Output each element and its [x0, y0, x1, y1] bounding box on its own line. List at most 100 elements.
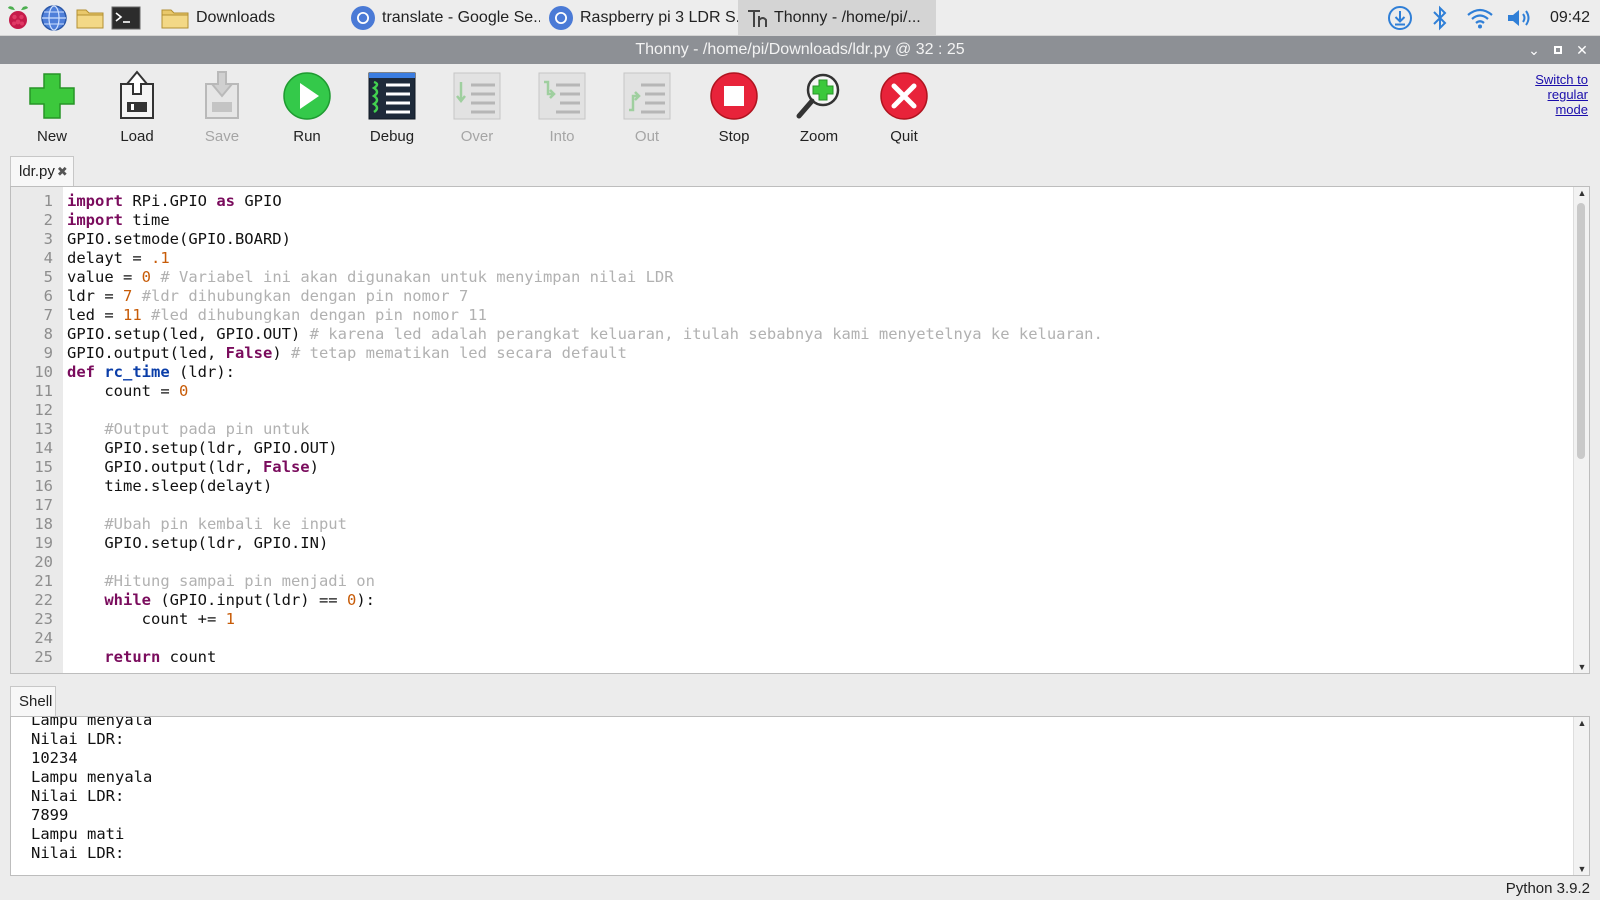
line-number: 2 [43, 211, 53, 229]
code-line[interactable]: import RPi.GPIO as GPIO [67, 192, 1567, 211]
shell-line: Nilai LDR: [31, 787, 125, 805]
code-line[interactable]: delayt = .1 [67, 249, 1567, 268]
bluetooth-tray[interactable] [1420, 0, 1460, 36]
zoom-button[interactable]: Zoom [781, 70, 857, 146]
quit-button[interactable]: Quit [866, 70, 942, 146]
code-line[interactable]: GPIO.output(led, False) # tetap mematika… [67, 344, 1567, 363]
task-raspberry-ldr[interactable]: Raspberry pi 3 LDR S... [540, 0, 738, 36]
download-icon [1388, 5, 1412, 30]
line-number: 6 [43, 287, 53, 305]
close-icon: ✕ [1576, 41, 1588, 58]
maximize-button[interactable] [1546, 36, 1570, 64]
plus-icon [29, 73, 75, 119]
code-line[interactable]: ​ [67, 401, 1567, 420]
load-button[interactable]: Load [99, 70, 175, 146]
line-number: 11 [34, 382, 53, 400]
debug-button[interactable]: Debug [354, 70, 430, 146]
save-button[interactable]: Save [184, 70, 260, 146]
web-browser-launcher[interactable] [36, 0, 72, 36]
code-line[interactable]: GPIO.setmode(GPIO.BOARD) [67, 230, 1567, 249]
code-line[interactable]: #Hitung sampai pin menjadi on [67, 572, 1567, 591]
code-line[interactable]: def rc_time (ldr): [67, 363, 1567, 382]
code-line[interactable]: ldr = 7 #ldr dihubungkan dengan pin nomo… [67, 287, 1567, 306]
step-into-icon [538, 72, 586, 120]
wifi-tray[interactable] [1460, 0, 1500, 36]
line-number: 18 [34, 515, 53, 533]
scroll-up-icon[interactable]: ▲ [1574, 717, 1589, 729]
code-line[interactable]: ​ [67, 496, 1567, 515]
scroll-down-icon[interactable]: ▼ [1574, 863, 1589, 875]
code-line[interactable]: GPIO.setup(led, GPIO.OUT) # karena led a… [67, 325, 1567, 344]
code-line[interactable]: count += 1 [67, 610, 1567, 629]
task-translate[interactable]: translate - Google Se... [342, 0, 540, 36]
step-over-button[interactable]: Over [439, 70, 515, 146]
python-version-button[interactable]: Python 3.9.2 [1506, 880, 1590, 897]
window-titlebar[interactable]: Thonny - /home/pi/Downloads/ldr.py @ 32 … [0, 36, 1600, 64]
new-label: New [36, 128, 67, 145]
line-number: 21 [34, 572, 53, 590]
line-number: 24 [34, 629, 53, 647]
tab-shell[interactable]: Shell [10, 686, 56, 716]
code-line[interactable]: ​ [67, 629, 1567, 648]
line-number: 19 [34, 534, 53, 552]
close-tab-icon[interactable]: ✖ [57, 164, 68, 180]
shell-line: 7899 [31, 806, 69, 824]
stop-button[interactable]: Stop [696, 70, 772, 146]
code-line[interactable]: led = 11 #led dihubungkan dengan pin nom… [67, 306, 1567, 325]
stop-label: Stop [718, 128, 750, 145]
scroll-up-icon[interactable]: ▲ [1574, 187, 1590, 199]
run-button[interactable]: Run [269, 70, 345, 146]
scroll-down-icon[interactable]: ▼ [1574, 661, 1590, 673]
code-line[interactable]: GPIO.output(ldr, False) [67, 458, 1567, 477]
play-icon [283, 72, 331, 120]
volume-tray[interactable] [1500, 0, 1540, 36]
clock[interactable]: 09:42 [1540, 9, 1600, 27]
chromium-icon [351, 5, 375, 30]
line-number: 9 [43, 344, 53, 362]
code-line[interactable]: #Ubah pin kembali ke input [67, 515, 1567, 534]
line-number: 4 [43, 249, 53, 267]
file-manager-launcher[interactable] [72, 0, 108, 36]
code-line[interactable]: GPIO.setup(ldr, GPIO.OUT) [67, 439, 1567, 458]
terminal-icon [111, 6, 141, 29]
code-line[interactable]: ​ [67, 553, 1567, 572]
code-area[interactable]: import RPi.GPIO as GPIO import time GPIO.s… [67, 192, 1567, 667]
new-button[interactable]: New [14, 70, 90, 146]
code-editor[interactable]: 1 2 3 4 5 6 7 8 9 10 11 12 13 14 15 16 17 18 19 20 21 22 23 24 2… [10, 186, 1590, 674]
code-line[interactable]: #Output pada pin untuk [67, 420, 1567, 439]
tab-label: ldr.py [19, 163, 55, 180]
window-title: Thonny - /home/pi/Downloads/ldr.py @ 32 … [635, 41, 965, 58]
updater-tray[interactable] [1380, 0, 1420, 36]
editor-scrollbar[interactable]: ▲ ▼ [1573, 187, 1589, 673]
step-out-button[interactable]: Out [609, 70, 685, 146]
terminal-launcher[interactable] [108, 0, 144, 36]
line-number: 8 [43, 325, 53, 343]
scroll-thumb[interactable] [1577, 203, 1585, 459]
tab-ldr-py[interactable]: ldr.py ✖ [10, 156, 74, 186]
line-number: 5 [43, 268, 53, 286]
step-into-button[interactable]: Into [524, 70, 600, 146]
task-thonny[interactable]: Thonny - /home/pi/... [738, 0, 936, 36]
close-window-button[interactable]: ✕ [1570, 36, 1594, 64]
line-number: 16 [34, 477, 53, 495]
minimize-button[interactable]: ⌄ [1522, 36, 1546, 64]
code-line[interactable]: time.sleep(delayt) [67, 477, 1567, 496]
chromium-icon [549, 5, 573, 30]
switch-to-regular-mode-link[interactable]: Switch to regular mode [1518, 72, 1588, 117]
shell-scrollbar[interactable]: ▲ ▼ [1573, 717, 1589, 875]
code-line[interactable]: return count [67, 648, 1567, 667]
shell-line: Nilai LDR: [31, 844, 125, 862]
maximize-icon [1554, 46, 1562, 54]
task-label: Downloads [196, 8, 276, 26]
code-line[interactable]: value = 0 # Variabel ini akan digunakan … [67, 268, 1567, 287]
code-line[interactable]: import time [67, 211, 1567, 230]
load-file-icon [120, 70, 154, 119]
task-downloads[interactable]: Downloads [152, 0, 342, 36]
shell-output[interactable]: Lampu menyala Nilai LDR: 10234 Lampu menyal… [31, 717, 152, 863]
code-line[interactable]: while (GPIO.input(ldr) == 0): [67, 591, 1567, 610]
shell-panel[interactable]: Lampu menyala Nilai LDR: 10234 Lampu menyal… [10, 716, 1590, 876]
code-line[interactable]: count = 0 [67, 382, 1567, 401]
raspberry-menu-button[interactable] [0, 0, 36, 36]
run-label: Run [293, 128, 321, 145]
code-line[interactable]: GPIO.setup(ldr, GPIO.IN) [67, 534, 1567, 553]
